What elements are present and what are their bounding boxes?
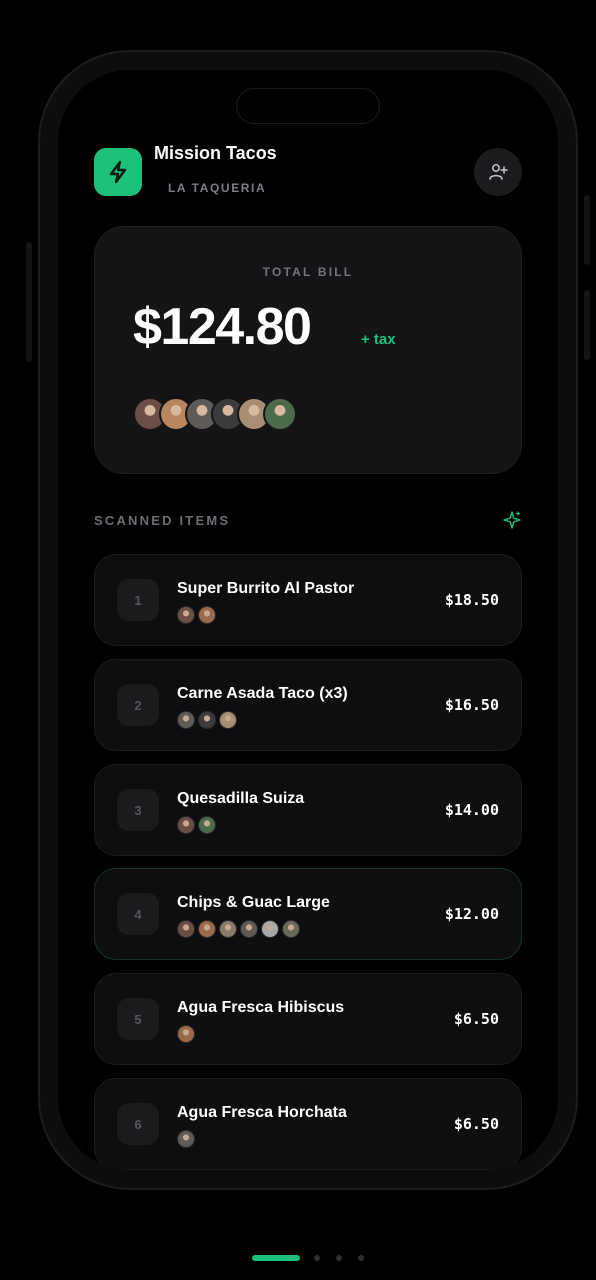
assignee-avatar[interactable] xyxy=(177,920,195,938)
page-indicator-active[interactable] xyxy=(252,1255,300,1261)
scanned-item[interactable]: 2 Carne Asada Taco (x3) $16.50 xyxy=(94,659,522,751)
item-assignees[interactable] xyxy=(177,920,303,938)
item-name: Super Burrito Al Pastor xyxy=(177,580,355,597)
assignee-avatar[interactable] xyxy=(261,920,279,938)
assignee-avatar[interactable] xyxy=(177,816,195,834)
tax-label: + tax xyxy=(361,331,396,348)
sparkle-icon[interactable] xyxy=(502,510,522,530)
assignee-avatar[interactable] xyxy=(219,711,237,729)
total-bill-label: TOTAL BILL xyxy=(262,265,354,279)
assignee-avatar[interactable] xyxy=(177,1025,195,1043)
scanned-items-label: SCANNED ITEMS xyxy=(94,513,231,528)
restaurant-name: Mission Tacos xyxy=(154,143,277,163)
assignee-avatar[interactable] xyxy=(219,920,237,938)
participant-avatar[interactable] xyxy=(263,397,297,431)
item-name: Agua Fresca Horchata xyxy=(177,1104,347,1121)
assignee-avatar[interactable] xyxy=(198,606,216,624)
page-indicator xyxy=(252,1255,380,1261)
item-assignees[interactable] xyxy=(177,1025,198,1043)
item-price: $6.50 xyxy=(453,1010,499,1028)
item-number: 3 xyxy=(117,789,159,831)
restaurant-subtitle: LA TAQUERIA xyxy=(168,181,267,195)
lightning-icon xyxy=(109,160,127,184)
assignee-avatar[interactable] xyxy=(177,711,195,729)
item-number: 1 xyxy=(117,579,159,621)
item-assignees[interactable] xyxy=(177,816,219,834)
item-price: $12.00 xyxy=(444,905,499,923)
item-assignees[interactable] xyxy=(177,711,240,729)
assignee-avatar[interactable] xyxy=(177,1130,195,1148)
dynamic-island xyxy=(236,88,380,124)
scanned-item[interactable]: 1 Super Burrito Al Pastor $18.50 xyxy=(94,554,522,646)
side-button-right-top xyxy=(584,195,590,265)
item-price: $6.50 xyxy=(453,1115,499,1133)
assignee-avatar[interactable] xyxy=(240,920,258,938)
assignee-avatar[interactable] xyxy=(198,816,216,834)
assignee-avatar[interactable] xyxy=(198,920,216,938)
item-number: 6 xyxy=(117,1103,159,1145)
item-number: 4 xyxy=(117,893,159,935)
scanned-item[interactable]: 5 Agua Fresca Hibiscus $6.50 xyxy=(94,973,522,1065)
total-bill-amount: $124.80 xyxy=(133,298,312,356)
item-name: Chips & Guac Large xyxy=(177,894,330,911)
participant-avatars[interactable] xyxy=(133,397,297,431)
item-price: $16.50 xyxy=(444,696,499,714)
assignee-avatar[interactable] xyxy=(198,711,216,729)
assignee-avatar[interactable] xyxy=(177,606,195,624)
item-assignees[interactable] xyxy=(177,1130,198,1148)
page-indicator-dot[interactable] xyxy=(336,1255,342,1261)
scanned-item[interactable]: 6 Agua Fresca Horchata $6.50 xyxy=(94,1078,522,1170)
app-screen: Mission Tacos LA TAQUERIA TOTAL BILL $12… xyxy=(58,70,558,1170)
item-name: Carne Asada Taco (x3) xyxy=(177,685,348,702)
total-bill-card[interactable]: TOTAL BILL $124.80 + tax xyxy=(94,226,522,474)
side-button-right-bottom xyxy=(584,290,590,360)
restaurant-icon xyxy=(94,148,142,196)
item-price: $18.50 xyxy=(444,591,499,609)
item-number: 2 xyxy=(117,684,159,726)
scanned-item[interactable]: 3 Quesadilla Suiza $14.00 xyxy=(94,764,522,856)
item-price: $14.00 xyxy=(444,801,499,819)
item-number: 5 xyxy=(117,998,159,1040)
item-assignees[interactable] xyxy=(177,606,219,624)
user-plus-icon xyxy=(489,164,508,180)
scanned-item[interactable]: 4 Chips & Guac Large $12.00 xyxy=(94,868,522,960)
item-name: Agua Fresca Hibiscus xyxy=(177,999,345,1016)
page-indicator-dot[interactable] xyxy=(314,1255,320,1261)
item-name: Quesadilla Suiza xyxy=(177,790,305,807)
side-button-left xyxy=(26,242,32,362)
page-indicator-dot[interactable] xyxy=(358,1255,364,1261)
add-participant-button[interactable] xyxy=(474,148,522,196)
assignee-avatar[interactable] xyxy=(282,920,300,938)
